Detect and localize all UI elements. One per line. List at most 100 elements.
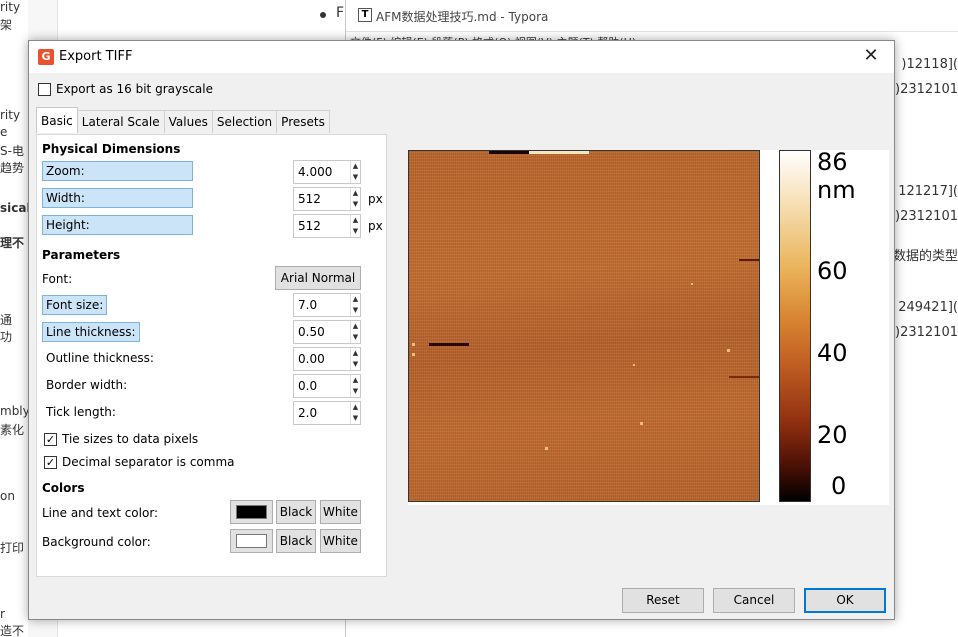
grayscale-checkbox[interactable]: Export as 16 bit grayscale bbox=[38, 82, 213, 96]
spinner-arrows[interactable]: ▲ ▼ bbox=[350, 161, 360, 183]
tick-length-spinner[interactable]: 2.0 ▲ ▼ bbox=[293, 401, 361, 425]
typora-line: )2312101 bbox=[895, 325, 958, 340]
typora-titlebar: T AFM数据处理技巧.md - Typora bbox=[346, 0, 958, 32]
down-arrow-icon[interactable]: ▼ bbox=[351, 332, 360, 343]
parameters-heading: Parameters bbox=[42, 248, 121, 262]
tie-sizes-checkbox[interactable]: ✓ Tie sizes to data pixels bbox=[44, 432, 198, 446]
bg-fragment: 造不 bbox=[0, 624, 25, 637]
typora-line: 249421]( bbox=[898, 300, 958, 315]
tab-selection[interactable]: Selection bbox=[211, 110, 278, 133]
tab-lateral-scale[interactable]: Lateral Scale bbox=[76, 110, 165, 133]
spinner-arrows[interactable]: ▲ ▼ bbox=[350, 402, 360, 424]
checkmark-icon[interactable]: ✓ bbox=[44, 432, 57, 446]
up-arrow-icon[interactable]: ▲ bbox=[351, 215, 360, 226]
dialog-title: Export TIFF bbox=[59, 49, 133, 64]
bg-black-button[interactable]: Black bbox=[276, 529, 316, 553]
typora-line: )2312101 bbox=[895, 209, 958, 224]
typora-title: AFM数据处理技巧.md - Typora bbox=[376, 10, 549, 24]
spinner-arrows[interactable]: ▲ ▼ bbox=[350, 321, 360, 343]
cancel-button[interactable]: Cancel bbox=[713, 588, 795, 613]
basic-tab-panel: Physical Dimensions Zoom: 4.000 ▲ ▼ Width… bbox=[36, 134, 387, 577]
spinner-arrows[interactable]: ▲ ▼ bbox=[350, 294, 360, 316]
background-color-swatch[interactable] bbox=[230, 529, 273, 553]
height-unit: px bbox=[368, 219, 383, 233]
reset-button[interactable]: Reset bbox=[622, 588, 704, 613]
typora-line: )2312101 bbox=[895, 82, 958, 97]
export-tiff-dialog: G Export TIFF ✕ Export as 16 bit graysca… bbox=[28, 40, 895, 620]
outline-thickness-value[interactable]: 0.00 bbox=[298, 352, 325, 366]
line-black-button[interactable]: Black bbox=[276, 500, 316, 524]
zoom-spinner[interactable]: 4.000 ▲ ▼ bbox=[293, 160, 361, 184]
typora-app-icon: T bbox=[358, 8, 372, 22]
border-width-value[interactable]: 0.0 bbox=[298, 379, 317, 393]
line-white-button[interactable]: White bbox=[320, 500, 361, 524]
decimal-comma-checkbox[interactable]: ✓ Decimal separator is comma bbox=[44, 455, 235, 469]
dialog-titlebar: G Export TIFF ✕ bbox=[29, 41, 894, 73]
tab-presets[interactable]: Presets bbox=[276, 110, 330, 133]
image-artifact bbox=[529, 151, 589, 154]
width-unit: px bbox=[368, 192, 383, 206]
up-arrow-icon[interactable]: ▲ bbox=[351, 375, 360, 386]
font-size-spinner[interactable]: 7.0 ▲ ▼ bbox=[293, 293, 361, 317]
height-spinner[interactable]: 512 ▲ ▼ bbox=[293, 214, 361, 238]
ok-button[interactable]: OK bbox=[804, 588, 886, 613]
width-spinner[interactable]: 512 ▲ ▼ bbox=[293, 187, 361, 211]
bg-fragment: r bbox=[0, 607, 5, 621]
height-label: Height: bbox=[42, 215, 193, 235]
font-label: Font: bbox=[42, 272, 73, 286]
zoom-value[interactable]: 4.000 bbox=[298, 165, 332, 179]
image-artifact bbox=[489, 151, 529, 154]
up-arrow-icon[interactable]: ▲ bbox=[351, 348, 360, 359]
tie-sizes-label: Tie sizes to data pixels bbox=[62, 432, 199, 446]
tab-basic[interactable]: Basic bbox=[36, 107, 78, 133]
tab-values[interactable]: Values bbox=[163, 110, 213, 133]
physical-dimensions-heading: Physical Dimensions bbox=[42, 142, 181, 156]
down-arrow-icon[interactable]: ▼ bbox=[351, 172, 360, 183]
font-size-label: Font size: bbox=[42, 295, 108, 315]
font-button[interactable]: Arial Normal bbox=[275, 266, 361, 290]
line-text-color-label: Line and text color: bbox=[42, 506, 159, 520]
zoom-label: Zoom: bbox=[42, 161, 193, 181]
height-value[interactable]: 512 bbox=[298, 219, 321, 233]
checkmark-icon[interactable]: ✓ bbox=[44, 455, 57, 469]
spinner-arrows[interactable]: ▲ ▼ bbox=[350, 215, 360, 237]
tiff-preview: 86 nm 60 40 20 0 bbox=[408, 148, 889, 505]
down-arrow-icon[interactable]: ▼ bbox=[351, 413, 360, 424]
bg-fragment: 打印 bbox=[0, 541, 25, 555]
bg-white-button[interactable]: White bbox=[320, 529, 361, 553]
image-particle bbox=[691, 283, 693, 285]
close-button[interactable]: ✕ bbox=[848, 41, 894, 73]
outline-thickness-spinner[interactable]: 0.00 ▲ ▼ bbox=[293, 347, 361, 371]
up-arrow-icon[interactable]: ▲ bbox=[351, 294, 360, 305]
line-thickness-value[interactable]: 0.50 bbox=[298, 325, 325, 339]
spinner-arrows[interactable]: ▲ ▼ bbox=[350, 348, 360, 370]
border-width-spinner[interactable]: 0.0 ▲ ▼ bbox=[293, 374, 361, 398]
image-particle bbox=[412, 353, 415, 356]
down-arrow-icon[interactable]: ▼ bbox=[351, 199, 360, 210]
grayscale-label: Export as 16 bit grayscale bbox=[56, 82, 213, 96]
line-text-color-swatch[interactable] bbox=[230, 500, 273, 524]
up-arrow-icon[interactable]: ▲ bbox=[351, 402, 360, 413]
width-value[interactable]: 512 bbox=[298, 192, 321, 206]
checkbox-box[interactable] bbox=[38, 82, 51, 96]
down-arrow-icon[interactable]: ▼ bbox=[351, 359, 360, 370]
up-arrow-icon[interactable]: ▲ bbox=[351, 188, 360, 199]
bg-fragment: 趋势 bbox=[0, 161, 25, 175]
up-arrow-icon[interactable]: ▲ bbox=[351, 161, 360, 172]
line-thickness-spinner[interactable]: 0.50 ▲ ▼ bbox=[293, 320, 361, 344]
down-arrow-icon[interactable]: ▼ bbox=[351, 226, 360, 237]
image-particle bbox=[727, 349, 730, 352]
spinner-arrows[interactable]: ▲ ▼ bbox=[350, 188, 360, 210]
decimal-comma-label: Decimal separator is comma bbox=[62, 455, 235, 469]
down-arrow-icon[interactable]: ▼ bbox=[351, 386, 360, 397]
color-scale-bar bbox=[779, 150, 811, 502]
bg-fragment: 架 bbox=[0, 18, 13, 32]
typora-line: 数据的类型 bbox=[892, 249, 958, 264]
spinner-arrows[interactable]: ▲ ▼ bbox=[350, 375, 360, 397]
colorbar-tick-label: 20 bbox=[817, 421, 848, 449]
font-size-value[interactable]: 7.0 bbox=[298, 298, 317, 312]
up-arrow-icon[interactable]: ▲ bbox=[351, 321, 360, 332]
tick-length-value[interactable]: 2.0 bbox=[298, 406, 317, 420]
colorbar-tick-label: 40 bbox=[817, 339, 848, 367]
down-arrow-icon[interactable]: ▼ bbox=[351, 305, 360, 316]
